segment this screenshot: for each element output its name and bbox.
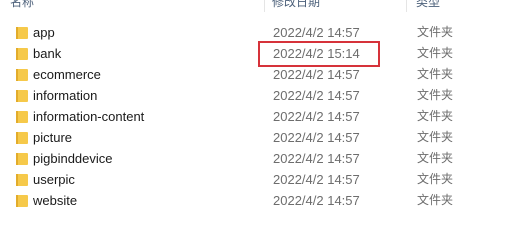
date-modified: 2022/4/2 14:57 (273, 130, 360, 145)
file-list: app 2022/4/2 14:57 文件夹 bank 2022/4/2 15:14 文件… (0, 22, 524, 211)
file-type: 文件夹 (417, 151, 454, 165)
list-item[interactable]: website 2022/4/2 14:57 文件夹 (0, 190, 524, 211)
file-name: website (33, 193, 78, 208)
file-type: 文件夹 (417, 25, 454, 39)
folder-icon (16, 194, 28, 208)
list-item[interactable]: ecommerce 2022/4/2 14:57 文件夹 (0, 64, 524, 85)
folder-icon (16, 131, 28, 145)
date-modified: 2022/4/2 14:57 (273, 67, 360, 82)
folder-icon (16, 110, 28, 124)
date-modified: 2022/4/2 14:57 (273, 88, 360, 103)
column-header-name-label: 名称 (10, 0, 35, 9)
column-divider[interactable] (406, 0, 407, 12)
date-modified: 2022/4/2 14:57 (273, 109, 360, 124)
date-modified: 2022/4/2 14:57 (273, 25, 360, 40)
folder-icon (16, 89, 28, 103)
list-item[interactable]: information 2022/4/2 14:57 文件夹 (0, 85, 524, 106)
file-name-cell[interactable]: ecommerce (16, 64, 101, 85)
file-type: 文件夹 (417, 193, 454, 207)
folder-icon (16, 26, 28, 40)
file-type: 文件夹 (417, 172, 454, 186)
file-type: 文件夹 (417, 67, 454, 81)
list-item[interactable]: userpic 2022/4/2 14:57 文件夹 (0, 169, 524, 190)
file-name: bank (33, 46, 62, 61)
file-name: information (33, 88, 98, 103)
column-header-type[interactable]: 类型 (410, 0, 520, 12)
file-name-cell[interactable]: userpic (16, 169, 75, 190)
file-name: pigbinddevice (33, 151, 113, 166)
file-name: information-content (33, 109, 145, 124)
column-header-name[interactable]: 名称 (4, 0, 264, 12)
list-item[interactable]: information-content 2022/4/2 14:57 文件夹 (0, 106, 524, 127)
column-divider[interactable] (264, 0, 265, 12)
folder-icon (16, 68, 28, 82)
file-type: 文件夹 (417, 130, 454, 144)
date-modified: 2022/4/2 14:57 (273, 151, 360, 166)
file-name: userpic (33, 172, 75, 187)
file-name-cell[interactable]: app (16, 22, 55, 43)
folder-icon (16, 47, 28, 61)
column-header-date-modified[interactable]: 修改日期 (266, 0, 406, 12)
file-type: 文件夹 (417, 46, 454, 60)
file-name-cell[interactable]: pigbinddevice (16, 148, 113, 169)
list-item[interactable]: picture 2022/4/2 14:57 文件夹 (0, 127, 524, 148)
file-name-cell[interactable]: information-content (16, 106, 144, 127)
file-name-cell[interactable]: information (16, 85, 97, 106)
date-modified: 2022/4/2 14:57 (273, 193, 360, 208)
column-header-date-label: 修改日期 (272, 0, 321, 9)
folder-icon (16, 152, 28, 166)
folder-icon (16, 173, 28, 187)
file-name-cell[interactable]: bank (16, 43, 61, 64)
column-header: 名称 修改日期 类型 (0, 0, 524, 12)
file-type: 文件夹 (417, 88, 454, 102)
list-item[interactable]: pigbinddevice 2022/4/2 14:57 文件夹 (0, 148, 524, 169)
date-modified: 2022/4/2 15:14 (273, 46, 360, 61)
file-type: 文件夹 (417, 109, 454, 123)
list-item[interactable]: app 2022/4/2 14:57 文件夹 (0, 22, 524, 43)
file-name: picture (33, 130, 73, 145)
date-modified: 2022/4/2 14:57 (273, 172, 360, 187)
column-header-type-label: 类型 (416, 0, 441, 9)
file-name-cell[interactable]: website (16, 190, 77, 211)
list-item[interactable]: bank 2022/4/2 15:14 文件夹 (0, 43, 524, 64)
file-name: ecommerce (33, 67, 101, 82)
file-name: app (33, 25, 55, 40)
file-name-cell[interactable]: picture (16, 127, 72, 148)
